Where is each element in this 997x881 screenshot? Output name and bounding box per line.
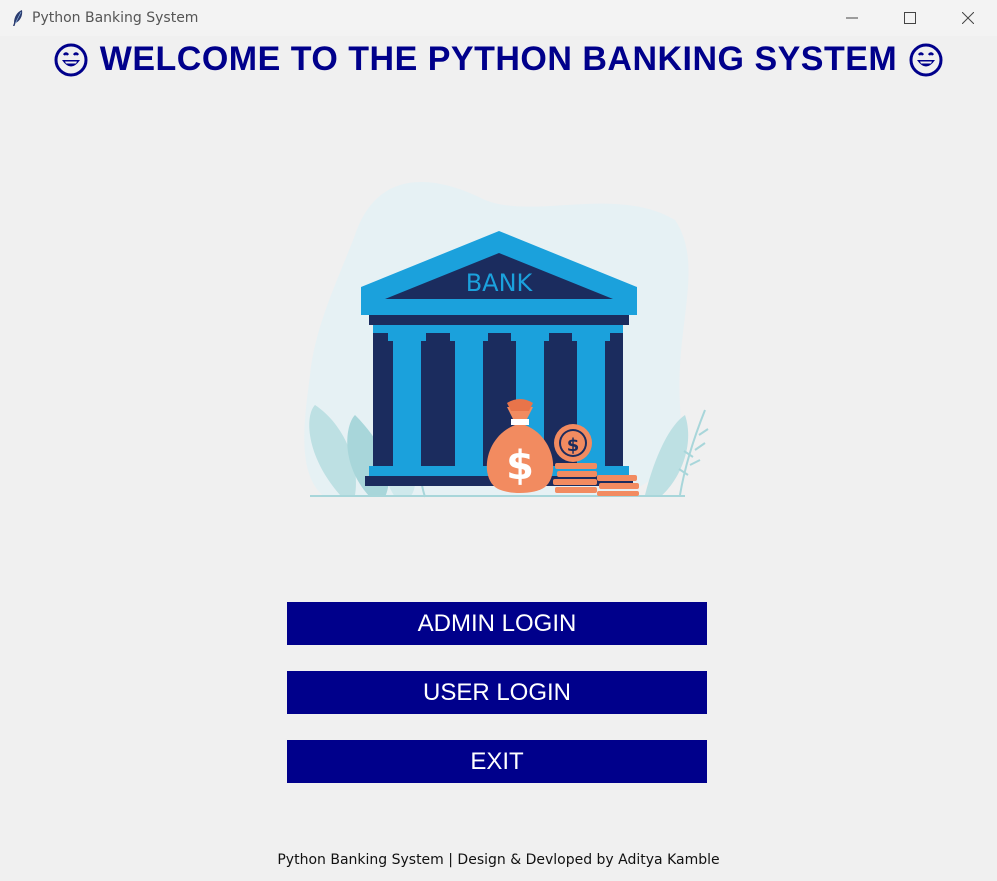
close-icon [962, 12, 974, 24]
exit-button[interactable]: EXIT [287, 740, 707, 783]
bank-illustration: BANK $ $ [304, 182, 709, 498]
welcome-heading: WELCOME TO THE PYTHON BANKING SYSTEM [0, 40, 997, 79]
dollar-sign: $ [506, 443, 534, 489]
window-title: Python Banking System [32, 10, 199, 26]
minimize-button[interactable] [823, 0, 881, 36]
grinning-face-icon [909, 43, 943, 76]
feather-icon [10, 9, 26, 27]
bank-label: BANK [466, 269, 534, 297]
maximize-icon [904, 12, 916, 24]
svg-text:$: $ [567, 435, 580, 456]
grinning-face-icon [54, 43, 88, 76]
title-bar[interactable]: Python Banking System [0, 0, 997, 36]
user-login-button[interactable]: USER LOGIN [287, 671, 707, 714]
maximize-button[interactable] [881, 0, 939, 36]
welcome-text: WELCOME TO THE PYTHON BANKING SYSTEM [99, 40, 898, 78]
minimize-icon [846, 17, 858, 19]
window-controls [823, 0, 997, 36]
main-window: Python Banking System WELCOME TO THE PYT… [0, 0, 997, 881]
admin-login-button[interactable]: ADMIN LOGIN [287, 602, 707, 645]
close-button[interactable] [939, 0, 997, 36]
footer-credits: Python Banking System | Design & Devlope… [277, 852, 720, 868]
